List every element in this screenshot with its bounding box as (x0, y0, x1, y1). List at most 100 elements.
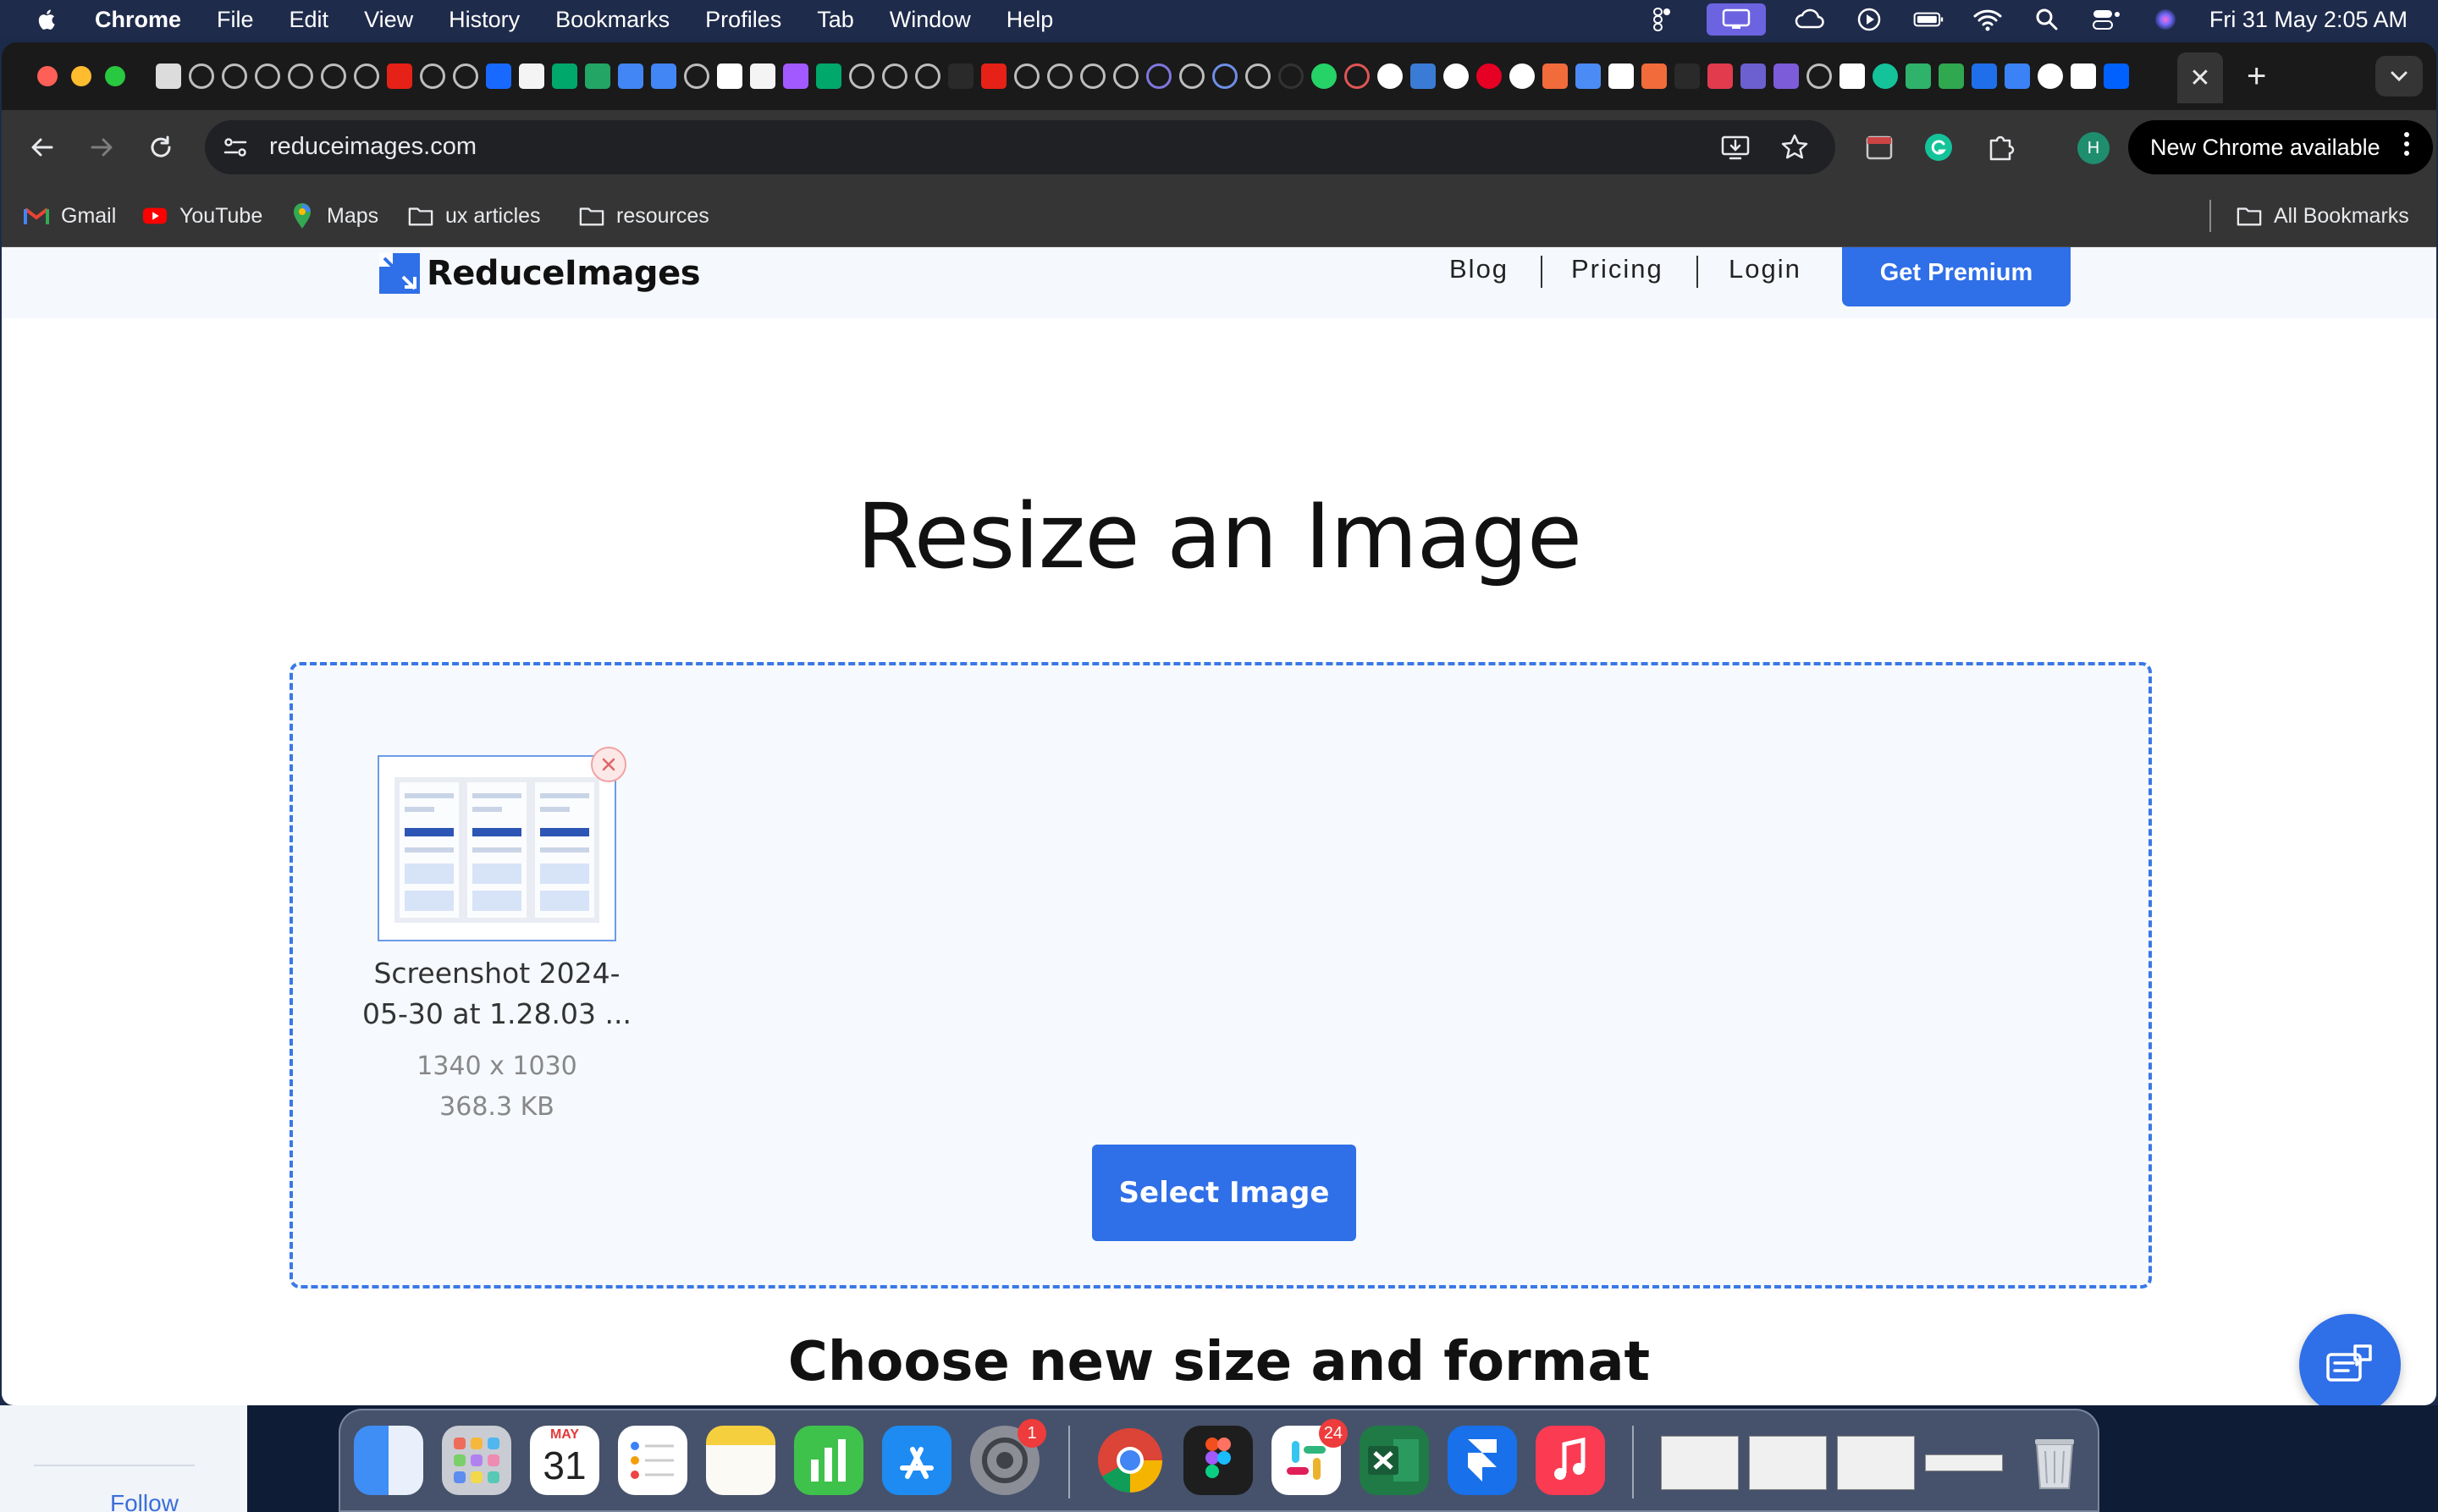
menu-bookmarks[interactable]: Bookmarks (555, 7, 670, 33)
system-settings-icon[interactable]: 1 (970, 1419, 1046, 1495)
extension-icon[interactable] (1861, 129, 1898, 166)
reminders-icon[interactable] (618, 1426, 687, 1495)
youtube-tab-favicon[interactable] (387, 63, 412, 89)
tab-favicon[interactable] (1245, 63, 1271, 89)
reload-button[interactable] (142, 129, 179, 166)
play-icon[interactable] (1854, 8, 1884, 31)
remove-image-button[interactable] (591, 747, 626, 782)
slack-icon[interactable]: 24 (1271, 1419, 1348, 1495)
tab-favicon[interactable] (1278, 63, 1304, 89)
forward-button[interactable] (83, 129, 120, 166)
bookmark-gmail[interactable]: Gmail (24, 200, 116, 232)
chatgpt-tab-favicon[interactable] (1608, 63, 1634, 89)
tab-favicon[interactable] (1014, 63, 1040, 89)
tab-favicon[interactable] (453, 63, 478, 89)
tab-favicon[interactable] (1674, 63, 1700, 89)
tab-favicon[interactable] (1344, 63, 1370, 89)
docs-tab-favicon[interactable] (651, 63, 676, 89)
tab-favicon[interactable] (1806, 63, 1832, 89)
nav-login-link[interactable]: Login (1729, 254, 1801, 284)
tab-favicon[interactable] (2005, 63, 2030, 89)
docs-tab-favicon[interactable] (618, 63, 643, 89)
behance-tab-favicon[interactable] (486, 63, 511, 89)
google-tab-favicon[interactable] (2038, 63, 2063, 89)
tab-favicon[interactable] (1740, 63, 1766, 89)
heart-tab-favicon[interactable] (1707, 63, 1733, 89)
tab-favicon[interactable] (189, 63, 214, 89)
tab-favicon[interactable] (1939, 63, 1964, 89)
bookmark-maps[interactable]: Maps (290, 200, 378, 232)
get-premium-button[interactable]: Get Premium (1842, 247, 2071, 306)
tab-favicon[interactable] (1840, 63, 1865, 89)
select-image-button[interactable]: Select Image (1092, 1145, 1356, 1241)
new-tab-button[interactable]: + (2247, 58, 2266, 95)
tab-favicon[interactable] (354, 63, 379, 89)
tab-favicon[interactable] (915, 63, 940, 89)
grammarly-extension-button[interactable] (1920, 129, 1957, 166)
tab-favicon[interactable] (1410, 63, 1436, 89)
trash-icon[interactable] (2020, 1426, 2089, 1495)
tab-favicon[interactable] (255, 63, 280, 89)
tab-favicon[interactable] (1080, 63, 1106, 89)
chrome-icon[interactable] (1095, 1426, 1165, 1495)
feedback-button[interactable] (2299, 1314, 2401, 1405)
figma-tab-favicon[interactable] (783, 63, 808, 89)
creative-cloud-icon[interactable] (1795, 8, 1825, 31)
calendar-icon[interactable]: MAY 31 (530, 1426, 599, 1495)
meet-tab-favicon[interactable] (816, 63, 841, 89)
bookmark-folder-resources[interactable]: resources (579, 200, 709, 232)
gmail-tab-favicon[interactable] (519, 63, 544, 89)
tab-favicon[interactable] (948, 63, 974, 89)
tab-favicon[interactable] (684, 63, 709, 89)
apple-menu-icon[interactable] (34, 6, 61, 33)
install-app-icon[interactable] (1720, 132, 1751, 163)
tab-favicon[interactable] (1047, 63, 1073, 89)
tab-favicon[interactable] (222, 63, 247, 89)
tab-favicon[interactable] (849, 63, 874, 89)
site-info-icon[interactable] (220, 132, 251, 163)
tab-favicon[interactable] (288, 63, 313, 89)
tab-favicon[interactable] (1113, 63, 1139, 89)
image-dropzone[interactable]: Screenshot 2024- 05-30 at 1.28.03 ... 13… (290, 662, 2152, 1289)
more-menu-icon[interactable] (2404, 132, 2411, 160)
tab-favicon[interactable] (156, 63, 181, 89)
all-bookmarks-button[interactable]: All Bookmarks (2237, 200, 2409, 232)
google-tab-favicon[interactable] (1509, 63, 1535, 89)
minimized-window-thumbnail[interactable] (1661, 1436, 1739, 1490)
framer-icon[interactable] (1448, 1426, 1517, 1495)
notes-icon[interactable] (706, 1426, 775, 1495)
menu-help[interactable]: Help (1007, 7, 1054, 33)
figma-icon[interactable] (1183, 1426, 1253, 1495)
chatgpt-tab-favicon[interactable] (2071, 63, 2096, 89)
tab-favicon[interactable] (1906, 63, 1931, 89)
minimized-window-thumbnail[interactable] (1837, 1436, 1915, 1490)
pinterest-tab-favicon[interactable] (1476, 63, 1502, 89)
excel-icon[interactable] (1360, 1426, 1429, 1495)
minimized-window-thumbnail[interactable] (1749, 1436, 1827, 1490)
spotlight-search-icon[interactable] (2032, 8, 2062, 31)
minimized-window-thumbnail[interactable] (1925, 1454, 2003, 1471)
whatsapp-tab-favicon[interactable] (1311, 63, 1337, 89)
address-bar[interactable]: reduceimages.com (205, 120, 1835, 174)
app-store-icon[interactable] (882, 1426, 951, 1495)
bookmark-youtube[interactable]: YouTube (142, 200, 262, 232)
menubar-clock[interactable]: Fri 31 May 2:05 AM (2209, 7, 2408, 33)
bookmark-folder-ux-articles[interactable]: ux articles (408, 200, 541, 232)
nav-pricing-link[interactable]: Pricing (1571, 254, 1663, 284)
battery-icon[interactable] (1913, 8, 1944, 31)
nav-blog-link[interactable]: Blog (1449, 254, 1509, 284)
fullscreen-window-button[interactable] (105, 66, 125, 86)
menu-file[interactable]: File (217, 7, 254, 33)
menu-edit[interactable]: Edit (290, 7, 329, 33)
tab-favicon[interactable] (1212, 63, 1238, 89)
tab-favicon[interactable] (321, 63, 346, 89)
menu-app-name[interactable]: Chrome (95, 7, 181, 33)
uploaded-image-thumbnail[interactable] (378, 755, 616, 941)
minimize-window-button[interactable] (71, 66, 91, 86)
new-chrome-available-button[interactable]: New Chrome available (2128, 120, 2433, 174)
menu-profiles[interactable]: Profiles (705, 7, 781, 33)
music-icon[interactable] (1536, 1426, 1605, 1495)
numbers-icon[interactable] (794, 1426, 863, 1495)
tab-favicon[interactable] (882, 63, 907, 89)
chatgpt-tab-favicon[interactable] (1443, 63, 1469, 89)
